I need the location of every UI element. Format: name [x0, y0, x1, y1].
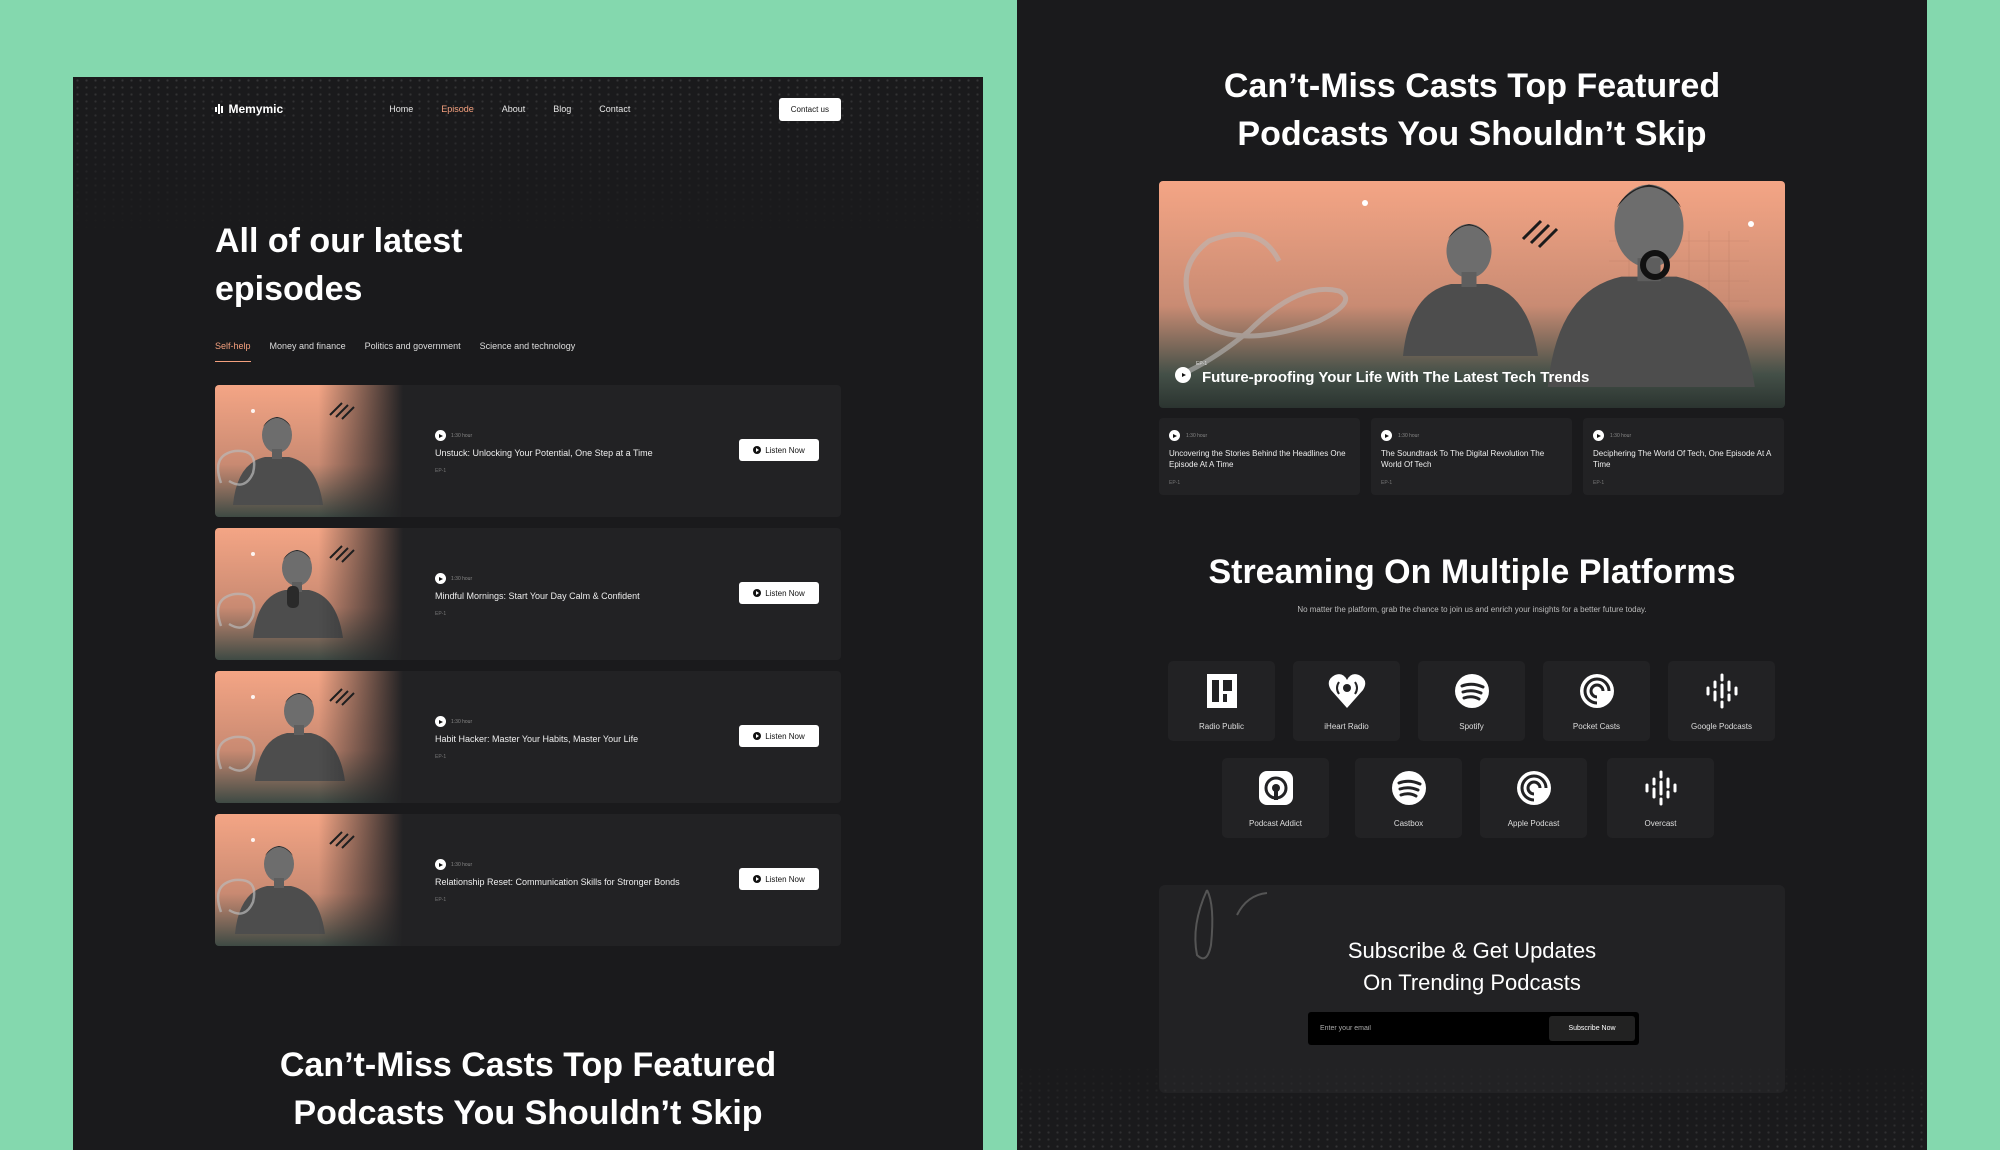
episode-card[interactable]: 1:30 hour Mindful Mornings: Start Your D… — [215, 528, 841, 660]
play-icon[interactable] — [435, 859, 446, 870]
platform-castbox[interactable]: Castbox — [1355, 758, 1462, 838]
episode-card[interactable]: 1:30 hour Deciphering The World Of Tech,… — [1583, 418, 1784, 495]
nav-link-blog[interactable]: Blog — [553, 104, 571, 114]
tab-politics-and-government[interactable]: Politics and government — [365, 341, 461, 362]
platform-podcast-addict[interactable]: Podcast Addict — [1222, 758, 1329, 838]
episode-title[interactable]: Mindful Mornings: Start Your Day Calm & … — [435, 591, 640, 601]
platform-iheart-radio[interactable]: iHeart Radio — [1293, 661, 1400, 741]
play-icon[interactable] — [1169, 430, 1180, 441]
play-icon[interactable] — [435, 430, 446, 441]
play-icon — [753, 875, 762, 883]
episode-card[interactable]: 1:30 hour Unstuck: Unlocking Your Potent… — [215, 385, 841, 517]
platform-spotify[interactable]: Spotify — [1418, 661, 1525, 741]
episode-number: EP-1 — [435, 897, 447, 903]
episodes-page-panel: Memymic Home Episode About Blog Contact … — [73, 77, 983, 1150]
episode-thumbnail — [215, 385, 403, 517]
podcast-addict-icon — [1258, 771, 1293, 805]
nav-link-contact[interactable]: Contact — [599, 104, 630, 114]
play-icon — [753, 589, 762, 597]
episode-duration: 1:30 hour — [1610, 433, 1632, 439]
spotify-icon — [1454, 674, 1489, 708]
episode-duration: 1:30 hour — [435, 716, 472, 727]
castbox-icon — [1391, 771, 1426, 805]
featured-page-panel: Can’t-Miss Casts Top Featured Podcasts Yo… — [1017, 0, 1927, 1150]
subscribe-form: Subscribe Now — [1308, 1012, 1639, 1045]
google-podcasts-icon — [1706, 673, 1737, 709]
episode-thumbnail — [215, 671, 403, 803]
episode-number: EP-1 — [435, 754, 447, 760]
episode-number: EP-1 — [1196, 361, 1208, 367]
nav-links: Home Episode About Blog Contact — [389, 104, 630, 114]
nav-link-episode[interactable]: Episode — [441, 104, 474, 114]
play-icon[interactable] — [435, 716, 446, 727]
featured-episode-title[interactable]: Future-proofing Your Life With The Lates… — [1202, 369, 1589, 386]
episode-title[interactable]: Deciphering The World Of Tech, One Episo… — [1593, 448, 1774, 470]
episode-duration: 1:30 hour — [1398, 433, 1420, 439]
streaming-section-title: Streaming On Multiple Platforms — [1208, 553, 1736, 591]
episode-card[interactable]: 1:30 hour Relationship Reset: Communicat… — [215, 814, 841, 946]
play-icon[interactable] — [1593, 430, 1604, 441]
episode-thumbnail — [215, 814, 403, 946]
radio-public-icon — [1206, 674, 1237, 708]
listen-now-button[interactable]: Listen Now — [739, 725, 819, 747]
top-navbar: Memymic Home Episode About Blog Contact … — [215, 89, 841, 129]
play-icon[interactable] — [435, 573, 446, 584]
episode-title[interactable]: Habit Hacker: Master Your Habits, Master… — [435, 734, 638, 744]
episode-thumbnail — [215, 528, 403, 660]
play-icon — [753, 446, 762, 454]
tab-money-and-finance[interactable]: Money and finance — [270, 341, 346, 362]
brand-logo[interactable]: Memymic — [215, 102, 283, 116]
iheart-radio-icon — [1328, 674, 1365, 708]
episode-duration: 1:30 hour — [435, 859, 472, 870]
play-icon — [753, 732, 762, 740]
episode-card[interactable]: 1:30 hour Uncovering the Stories Behind … — [1159, 418, 1360, 495]
platform-radio-public[interactable]: Radio Public — [1168, 661, 1275, 741]
dot-pattern — [1017, 1060, 1927, 1150]
episode-duration: 1:30 hour — [1186, 433, 1208, 439]
email-input[interactable] — [1308, 1025, 1549, 1032]
logo-waveform-icon — [215, 104, 223, 114]
episode-title[interactable]: The Soundtrack To The Digital Revolution… — [1381, 448, 1562, 470]
episode-number: EP-1 — [1169, 480, 1181, 486]
contact-us-button[interactable]: Contact us — [778, 97, 841, 121]
featured-section-title: Can’t-Miss Casts Top Featured Podcasts Yo… — [279, 1046, 777, 1132]
platform-google-podcasts[interactable]: Google Podcasts — [1668, 661, 1775, 741]
play-icon[interactable] — [1381, 430, 1392, 441]
apple-podcast-icon — [1516, 771, 1551, 805]
platform-pocket-casts[interactable]: Pocket Casts — [1543, 661, 1650, 741]
platform-apple-podcast[interactable]: Apple Podcast — [1480, 758, 1587, 838]
episode-title[interactable]: Relationship Reset: Communication Skills… — [435, 877, 680, 887]
episode-number: EP-1 — [1381, 480, 1393, 486]
nav-link-home[interactable]: Home — [389, 104, 413, 114]
listen-now-button[interactable]: Listen Now — [739, 582, 819, 604]
tab-science-and-technology[interactable]: Science and technology — [480, 341, 576, 362]
listen-now-button[interactable]: Listen Now — [739, 868, 819, 890]
episode-number: EP-1 — [435, 611, 447, 617]
subscribe-now-button[interactable]: Subscribe Now — [1549, 1016, 1635, 1041]
tab-self-help[interactable]: Self-help — [215, 341, 251, 362]
episode-card[interactable]: 1:30 hour Habit Hacker: Master Your Habi… — [215, 671, 841, 803]
episode-title[interactable]: Unstuck: Unlocking Your Potential, One S… — [435, 448, 653, 458]
category-tabs: Self-help Money and finance Politics and… — [215, 341, 841, 362]
episode-duration: 1:30 hour — [435, 430, 472, 441]
overcast-icon — [1645, 770, 1676, 806]
brand-name: Memymic — [228, 102, 284, 116]
featured-episode-label: Future-proofing Your Life With The Lates… — [1175, 363, 1589, 386]
featured-episode-card[interactable]: Future-proofing Your Life With The Lates… — [1159, 181, 1785, 408]
platform-overcast[interactable]: Overcast — [1607, 758, 1714, 838]
episode-card[interactable]: 1:30 hour The Soundtrack To The Digital … — [1371, 418, 1572, 495]
featured-section-title: Can’t-Miss Casts Top Featured Podcasts Yo… — [1223, 67, 1721, 153]
nav-link-about[interactable]: About — [502, 104, 526, 114]
episode-duration: 1:30 hour — [435, 573, 472, 584]
subscribe-title: Subscribe & Get Updates On Trending Podca… — [1347, 938, 1597, 995]
page-title: All of our latest episodes — [215, 222, 463, 308]
episode-number: EP-1 — [1593, 480, 1605, 486]
listen-now-button[interactable]: Listen Now — [739, 439, 819, 461]
pocket-casts-icon — [1579, 674, 1614, 708]
episode-title[interactable]: Uncovering the Stories Behind the Headli… — [1169, 448, 1350, 470]
play-icon[interactable] — [1175, 366, 1191, 383]
streaming-description: No matter the platform, grab the chance … — [1297, 605, 1647, 614]
episode-number: EP-1 — [435, 468, 447, 474]
